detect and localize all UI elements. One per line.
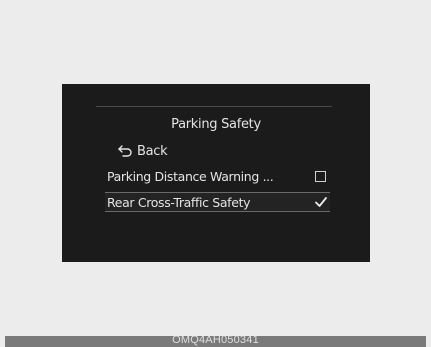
parking-distance-warning-checkbox[interactable] xyxy=(315,170,326,182)
rear-cross-traffic-safety-item[interactable]: Rear Cross-Traffic Safety xyxy=(105,192,330,212)
checkmark-icon[interactable] xyxy=(314,196,328,208)
back-arrow-icon xyxy=(117,144,133,158)
infotainment-screen: Parking Safety Back Parking Distance War… xyxy=(62,84,370,262)
figure-code: OMQ4AH050341 xyxy=(172,336,259,346)
back-label: Back xyxy=(137,143,168,159)
parking-distance-warning-label: Parking Distance Warning ... xyxy=(107,168,274,184)
manual-figure: Parking Safety Back Parking Distance War… xyxy=(0,0,431,347)
rear-cross-traffic-safety-label: Rear Cross-Traffic Safety xyxy=(107,194,251,210)
page-title: Parking Safety xyxy=(171,117,261,132)
parking-distance-warning-item[interactable]: Parking Distance Warning ... xyxy=(105,166,330,186)
footer-bar: OMQ4AH050341 xyxy=(5,336,426,347)
back-button[interactable]: Back xyxy=(117,142,168,160)
top-divider xyxy=(96,106,332,107)
